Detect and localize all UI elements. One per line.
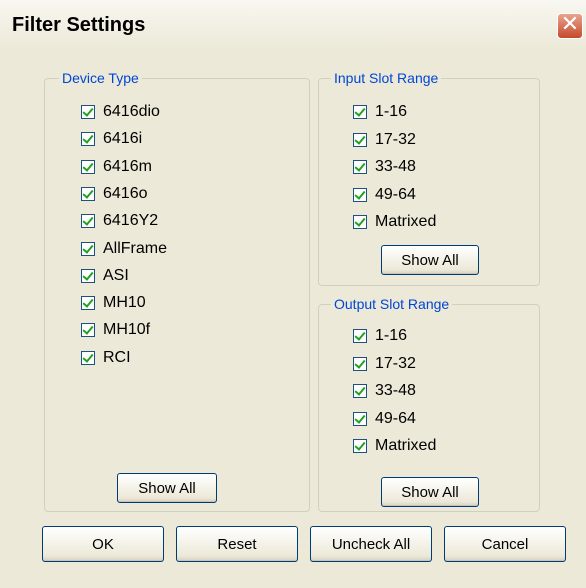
device-type-group: Device Type 6416dio 6416i 6416m 6416o 6416Y2… xyxy=(44,70,310,512)
output-slot-range-group: Output Slot Range 1-16 17-32 33-48 49-64 Mat… xyxy=(318,296,540,512)
input-slot-range-item[interactable]: 17-32 xyxy=(353,129,416,151)
input-slot-range-item[interactable]: Matrixed xyxy=(353,211,436,233)
device-type-item[interactable]: 6416Y2 xyxy=(81,210,158,232)
checkbox[interactable] xyxy=(81,350,95,365)
window-title: Filter Settings xyxy=(12,14,146,36)
output-slot-range-legend: Output Slot Range xyxy=(331,296,453,312)
checkbox[interactable] xyxy=(81,214,95,229)
device-type-item[interactable]: 6416dio xyxy=(81,101,160,123)
checkbox[interactable] xyxy=(81,132,95,147)
checkbox-label: 49-64 xyxy=(375,185,416,203)
device-type-show-all-label: Show All xyxy=(138,479,196,497)
checkbox-label: 6416i xyxy=(103,130,143,148)
checkbox[interactable] xyxy=(353,384,367,398)
reset-button[interactable]: Reset xyxy=(176,526,298,562)
device-type-legend: Device Type xyxy=(59,70,142,86)
checkbox[interactable] xyxy=(81,323,95,338)
checkbox-label: ASI xyxy=(103,266,129,284)
output-slot-range-item[interactable]: 1-16 xyxy=(353,325,407,347)
checkbox-label: RCI xyxy=(103,348,131,366)
device-type-show-all-button[interactable]: Show All xyxy=(117,473,217,503)
input-slot-range-item[interactable]: 49-64 xyxy=(353,184,416,206)
ok-button[interactable]: OK xyxy=(42,526,164,562)
device-type-item[interactable]: 6416m xyxy=(81,156,152,178)
title-bar[interactable]: Filter Settings ✕ xyxy=(0,0,586,50)
checkbox[interactable] xyxy=(353,105,367,119)
checkbox-label: 1-16 xyxy=(375,103,408,120)
output-slot-range-item[interactable]: 49-64 xyxy=(353,408,416,430)
output-slot-range-item[interactable]: 17-32 xyxy=(353,353,416,375)
checkbox-label: 49-64 xyxy=(375,409,416,427)
checkbox-label: 6416Y2 xyxy=(103,212,159,230)
checkbox[interactable] xyxy=(81,241,95,256)
checkbox[interactable] xyxy=(81,105,95,119)
checkbox-label: 17-32 xyxy=(375,130,416,148)
checkbox-label: 17-32 xyxy=(375,354,416,372)
input-slot-show-all-button[interactable]: Show All xyxy=(381,245,479,275)
input-slot-range-item[interactable]: 33-48 xyxy=(353,156,416,178)
checkbox-label: 33-48 xyxy=(375,158,416,175)
output-slot-show-all-button[interactable]: Show All xyxy=(381,477,479,507)
checkbox-label: 33-48 xyxy=(375,382,416,399)
device-type-item[interactable]: AllFrame xyxy=(81,238,167,260)
checkbox[interactable] xyxy=(81,186,95,201)
close-icon: ✕ xyxy=(560,12,580,37)
checkbox[interactable] xyxy=(81,296,95,311)
checkbox[interactable] xyxy=(353,160,367,174)
checkbox[interactable] xyxy=(353,439,367,453)
checkbox-label: 6416dio xyxy=(103,103,160,120)
uncheck-all-button-label: Uncheck All xyxy=(331,535,411,553)
checkbox[interactable] xyxy=(353,356,367,371)
device-type-item[interactable]: 6416o xyxy=(81,183,148,205)
cancel-button[interactable]: Cancel xyxy=(444,526,566,562)
checkbox-label: 6416o xyxy=(103,184,148,202)
filter-settings-dialog: Filter Settings ✕ Device Type 6416dio 641… xyxy=(0,0,586,588)
checkbox[interactable] xyxy=(353,132,367,147)
uncheck-all-button[interactable]: Uncheck All xyxy=(310,526,432,562)
checkbox[interactable] xyxy=(81,159,95,174)
checkbox-label: Matrixed xyxy=(375,213,437,230)
checkbox-label: 6416m xyxy=(103,157,152,175)
checkbox-label: AllFrame xyxy=(103,239,168,257)
close-button[interactable]: ✕ xyxy=(557,13,583,39)
device-type-item[interactable]: RCI xyxy=(81,347,131,369)
output-slot-range-item[interactable]: 33-48 xyxy=(353,380,416,402)
output-slot-range-item[interactable]: Matrixed xyxy=(353,435,436,457)
input-slot-range-group: Input Slot Range 1-16 17-32 33-48 49-64 Matr… xyxy=(318,70,540,286)
output-slot-show-all-label: Show All xyxy=(401,483,459,501)
checkbox[interactable] xyxy=(81,268,95,283)
input-slot-show-all-label: Show All xyxy=(401,251,459,269)
checkbox-label: Matrixed xyxy=(375,437,437,454)
checkbox-label: MH10 xyxy=(103,294,146,312)
device-type-item[interactable]: MH10f xyxy=(81,319,150,341)
ok-button-label: OK xyxy=(92,535,114,553)
device-type-item[interactable]: ASI xyxy=(81,265,129,287)
reset-button-label: Reset xyxy=(217,535,257,553)
checkbox[interactable] xyxy=(353,187,367,202)
checkbox-label: 1-16 xyxy=(375,327,408,344)
input-slot-range-legend: Input Slot Range xyxy=(331,70,442,86)
checkbox-label: MH10f xyxy=(103,321,151,339)
input-slot-range-item[interactable]: 1-16 xyxy=(353,101,407,123)
cancel-button-label: Cancel xyxy=(481,535,529,553)
checkbox[interactable] xyxy=(353,329,367,343)
device-type-item[interactable]: MH10 xyxy=(81,292,146,314)
checkbox[interactable] xyxy=(353,411,367,426)
checkbox[interactable] xyxy=(353,215,367,229)
device-type-item[interactable]: 6416i xyxy=(81,128,142,150)
